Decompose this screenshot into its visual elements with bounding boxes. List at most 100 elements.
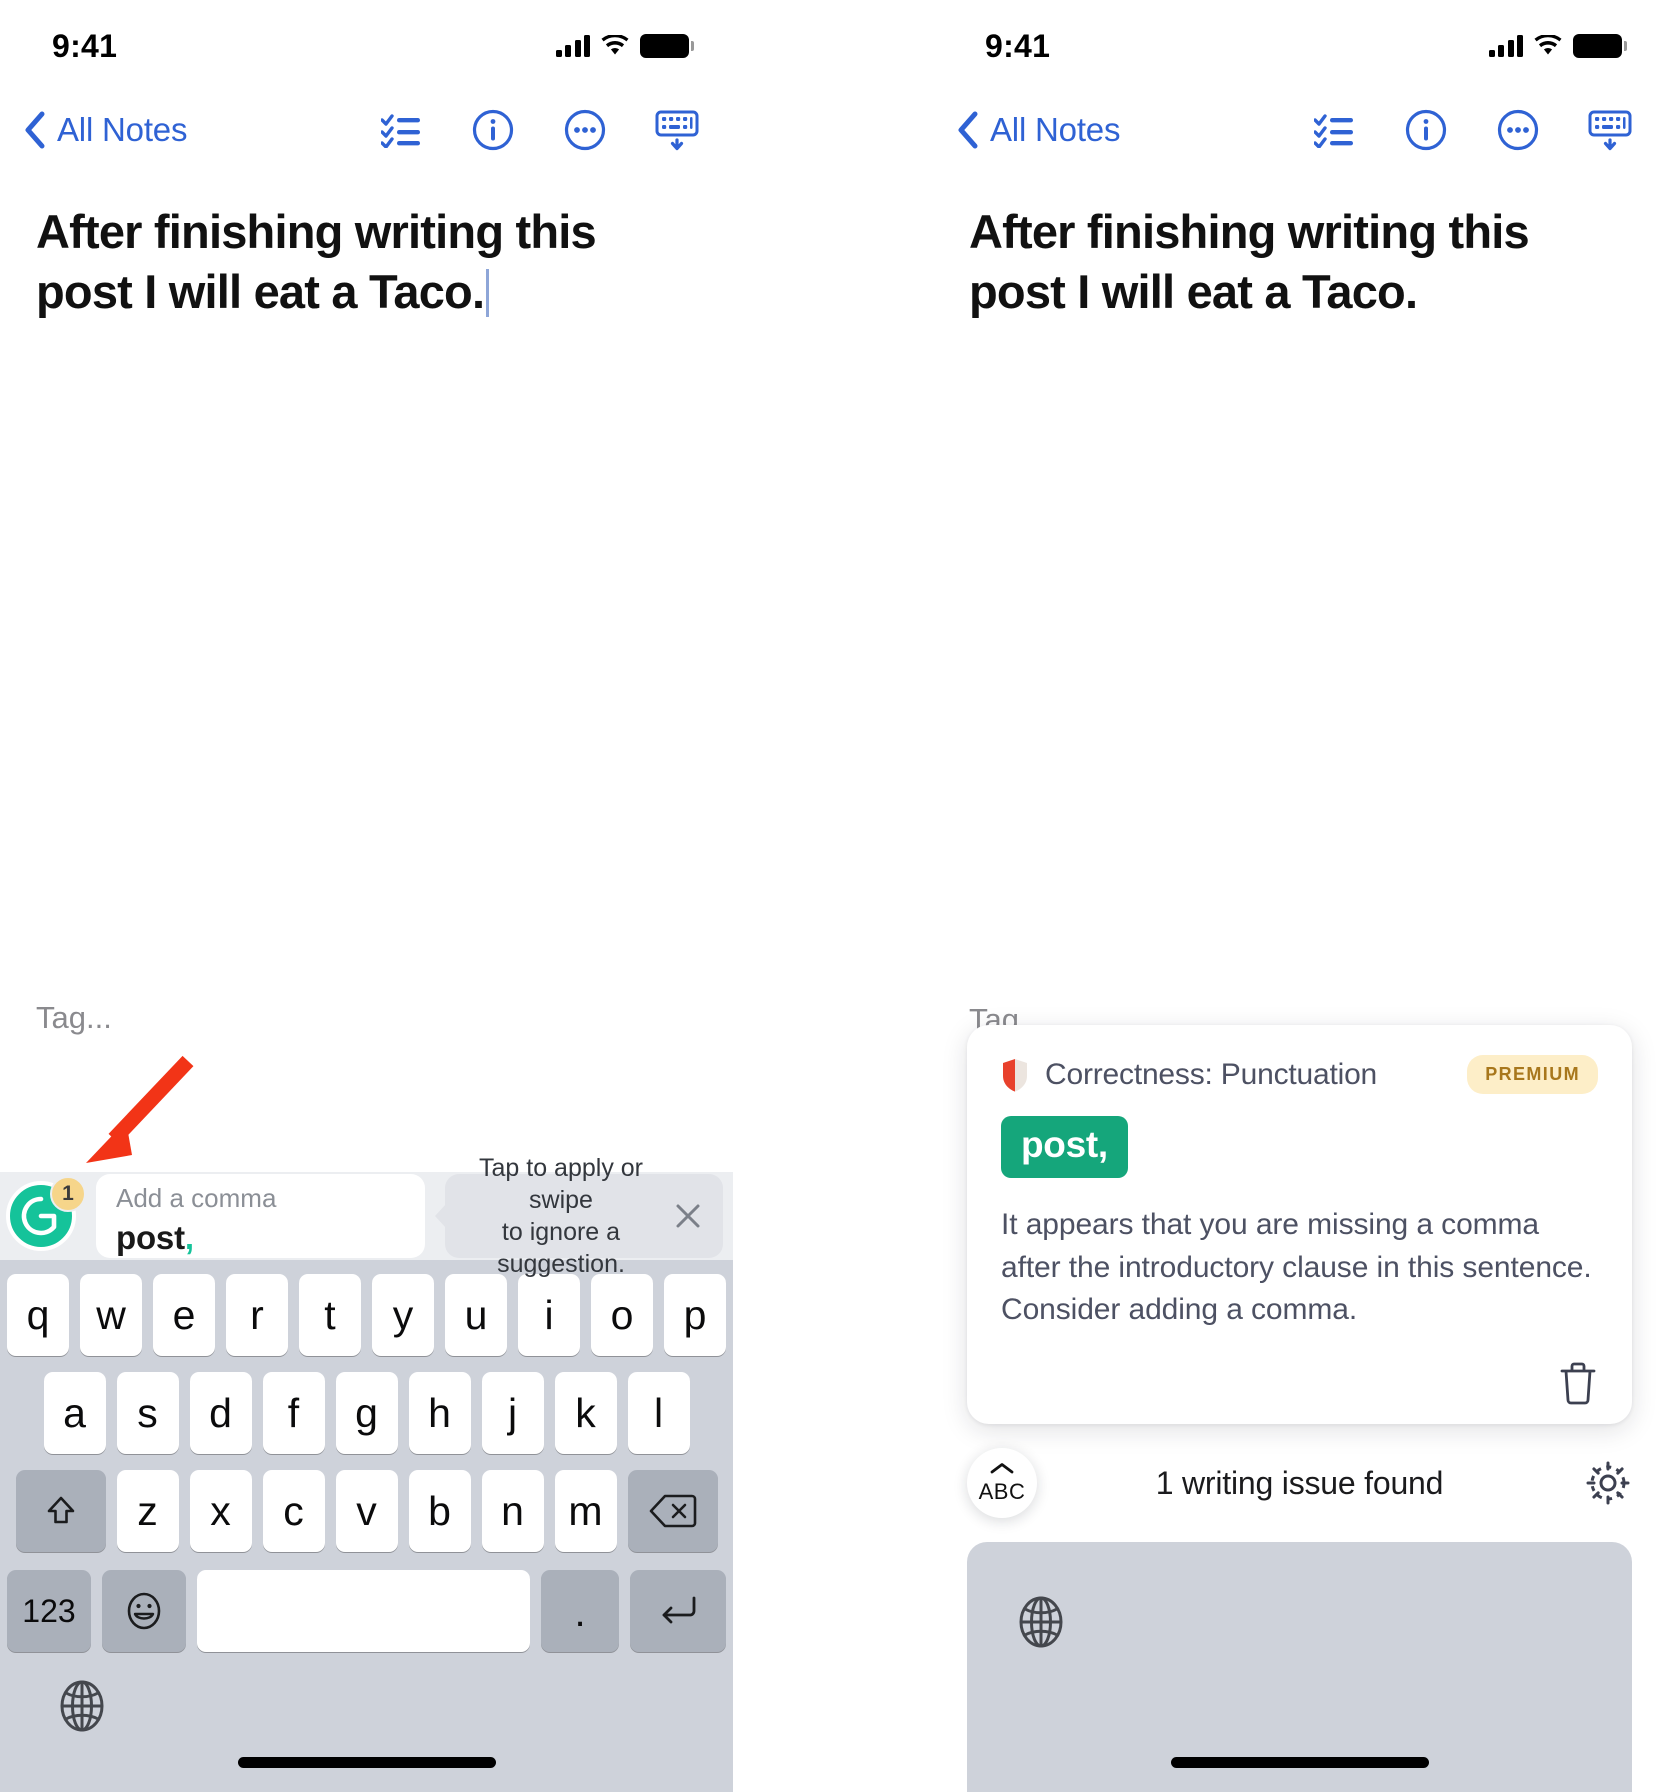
home-indicator	[237, 1757, 496, 1768]
key-n[interactable]: n	[481, 1470, 544, 1552]
backspace-delete-icon[interactable]	[627, 1470, 718, 1552]
grammarly-inline-suggestion-card[interactable]: Add a comma post,	[96, 1174, 425, 1258]
red-pointer-arrow-icon	[86, 1055, 194, 1163]
key-j[interactable]: j	[481, 1372, 544, 1454]
tip-line-2: to ignore a suggestion.	[497, 1218, 625, 1278]
replacement-word: post	[116, 1218, 185, 1256]
toolbar-actions	[379, 108, 707, 152]
note-content-right[interactable]: After finishing writing this post I will…	[933, 168, 1666, 322]
info-circle-icon[interactable]	[1404, 108, 1448, 152]
key-z[interactable]: z	[116, 1470, 179, 1552]
info-circle-icon[interactable]	[471, 108, 515, 152]
key-q[interactable]: q	[7, 1274, 69, 1356]
return-key-icon[interactable]	[630, 1570, 726, 1652]
note-title[interactable]: After finishing writing this post I will…	[36, 205, 597, 318]
trash-delete-icon[interactable]	[1558, 1360, 1598, 1406]
suggestion-description: It appears that you are missing a comma …	[1001, 1208, 1592, 1327]
key-i[interactable]: i	[518, 1274, 580, 1356]
key-m[interactable]: m	[554, 1470, 617, 1552]
suggestion-replacement: post,	[116, 1219, 425, 1257]
key-e[interactable]: e	[153, 1274, 215, 1356]
premium-badge: PREMIUM	[1467, 1055, 1598, 1095]
key-p[interactable]: p	[664, 1274, 726, 1356]
shield-alert-icon	[1003, 1058, 1027, 1092]
key-f[interactable]: f	[262, 1372, 325, 1454]
note-toolbar: All Notes	[0, 92, 733, 168]
emoji-smiley-icon[interactable]	[102, 1570, 186, 1652]
text-caret	[486, 269, 490, 318]
grammarly-panel: Correctness: Punctuation PREMIUM post, I…	[933, 1025, 1666, 1792]
phone-screen-right: 9:41 All Notes After finishing writing t…	[933, 0, 1666, 1792]
key-a[interactable]: a	[43, 1372, 106, 1454]
back-to-all-notes-button[interactable]: All Notes	[22, 110, 187, 150]
suggestion-hint: Add a comma	[116, 1183, 277, 1213]
globe-language-icon[interactable]	[54, 1678, 110, 1734]
key-d[interactable]: d	[189, 1372, 252, 1454]
tip-arrow	[435, 1203, 447, 1229]
back-label-right: All Notes	[990, 111, 1121, 148]
globe-language-icon[interactable]	[1013, 1594, 1069, 1650]
grammarly-status-row: ABC 1 writing issue found	[933, 1424, 1666, 1542]
chevron-left-icon	[958, 111, 978, 149]
screenshot-stage: 9:41 All Notes After finishing writing t…	[0, 0, 1666, 1792]
key-t[interactable]: t	[299, 1274, 361, 1356]
writing-issue-status: 1 writing issue found	[1155, 1464, 1444, 1501]
keyboard-row-4: 123 .	[0, 1552, 733, 1652]
note-content[interactable]: After finishing writing this post I will…	[0, 168, 733, 322]
keyboard-dismiss-icon[interactable]	[655, 108, 699, 152]
key-o[interactable]: o	[591, 1274, 653, 1356]
phone-screen-left: 9:41 All Notes After finishing writing t…	[0, 0, 733, 1792]
keyboard-area: 1 Add a comma post, Tap to apply or swip…	[0, 1154, 733, 1792]
status-bar-right: 9:41	[933, 0, 1666, 92]
more-circle-icon[interactable]	[563, 108, 607, 152]
status-clock: 9:41	[52, 27, 118, 64]
status-clock-right: 9:41	[985, 27, 1051, 64]
status-indicators-right	[1488, 34, 1627, 58]
key-u[interactable]: u	[445, 1274, 507, 1356]
key-k[interactable]: k	[554, 1372, 617, 1454]
key-r[interactable]: r	[226, 1274, 288, 1356]
suggestion-card[interactable]: Correctness: Punctuation PREMIUM post, I…	[967, 1025, 1632, 1424]
grammarly-suggestion-bar: 1 Add a comma post, Tap to apply or swip…	[0, 1154, 733, 1278]
key-g[interactable]: g	[335, 1372, 398, 1454]
key-s[interactable]: s	[116, 1372, 179, 1454]
grammarly-tip-bubble: Tap to apply or swipe to ignore a sugges…	[435, 1154, 723, 1278]
replacement-chip[interactable]: post,	[1001, 1116, 1128, 1179]
keyboard-row-3: z x c v b n m	[0, 1454, 733, 1552]
tip-text: Tap to apply or swipe to ignore a sugges…	[445, 1152, 677, 1280]
space-key[interactable]	[197, 1570, 530, 1652]
home-indicator-right	[1170, 1757, 1429, 1768]
battery-full-icon	[640, 34, 694, 58]
suggestion-count-badge: 1	[50, 1176, 86, 1212]
cellular-signal-icon	[1488, 35, 1523, 57]
key-w[interactable]: w	[80, 1274, 142, 1356]
close-icon[interactable]	[671, 1199, 705, 1233]
checklist-icon[interactable]	[1312, 108, 1356, 152]
grammarly-logo-wrap[interactable]: 1	[6, 1176, 86, 1254]
key-h[interactable]: h	[408, 1372, 471, 1454]
checklist-icon[interactable]	[379, 108, 423, 152]
status-bar: 9:41	[0, 0, 733, 92]
back-label: All Notes	[57, 111, 188, 148]
key-y[interactable]: y	[372, 1274, 434, 1356]
key-c[interactable]: c	[262, 1470, 325, 1552]
back-to-all-notes-button-right[interactable]: All Notes	[955, 110, 1120, 150]
keyboard-dismiss-icon[interactable]	[1588, 108, 1632, 152]
key-x[interactable]: x	[189, 1470, 252, 1552]
cellular-signal-icon	[555, 35, 590, 57]
numbers-key[interactable]: 123	[7, 1570, 91, 1652]
key-l[interactable]: l	[627, 1372, 690, 1454]
wifi-icon	[1534, 35, 1562, 55]
note-title-right[interactable]: After finishing writing this post I will…	[969, 205, 1530, 318]
note-toolbar-right: All Notes	[933, 92, 1666, 168]
chevron-left-icon	[25, 111, 45, 149]
wifi-icon	[601, 35, 629, 55]
tip-line-1: Tap to apply or swipe	[479, 1154, 643, 1214]
key-v[interactable]: v	[335, 1470, 398, 1552]
more-circle-icon[interactable]	[1496, 108, 1540, 152]
period-key[interactable]: .	[541, 1570, 619, 1652]
battery-full-icon	[1573, 34, 1627, 58]
key-b[interactable]: b	[408, 1470, 471, 1552]
shift-up-arrow-icon[interactable]	[15, 1470, 106, 1552]
tag-field-left[interactable]: Tag...	[36, 1000, 112, 1036]
